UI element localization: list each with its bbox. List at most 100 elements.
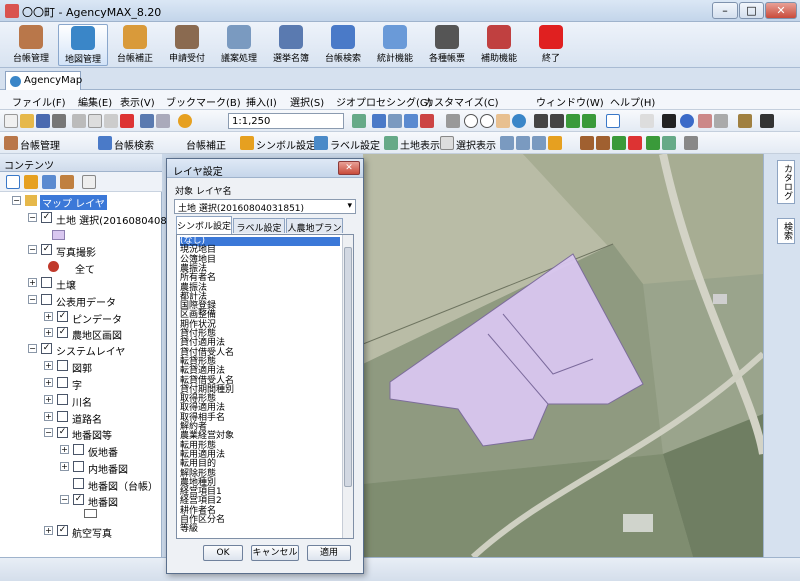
minimize-button[interactable]: – bbox=[712, 2, 738, 19]
pan-icon[interactable] bbox=[496, 114, 510, 128]
ribbon-button-9[interactable]: 補助機能 bbox=[474, 24, 524, 66]
listbox-scrollbar[interactable] bbox=[342, 235, 353, 538]
tool-i-icon[interactable] bbox=[646, 136, 660, 150]
table-icon[interactable] bbox=[372, 114, 386, 128]
ribbon-button-10[interactable]: 終了 bbox=[526, 24, 576, 66]
tree-item[interactable]: − ✓ 写真撮影 bbox=[0, 243, 162, 259]
expand-icon[interactable]: + bbox=[44, 395, 53, 404]
tool-e-icon[interactable] bbox=[580, 136, 594, 150]
layer-checkbox[interactable] bbox=[57, 411, 68, 422]
menu-item-5[interactable]: 選択(S) bbox=[290, 94, 324, 109]
expand-icon[interactable]: + bbox=[60, 445, 69, 454]
tree-item[interactable]: 地番図（台帳） bbox=[0, 477, 162, 493]
scrollbar-thumb[interactable] bbox=[344, 247, 352, 487]
layer-checkbox[interactable]: ✓ bbox=[57, 525, 68, 536]
maximize-button[interactable]: □ bbox=[739, 2, 764, 19]
select-features-icon[interactable] bbox=[606, 114, 620, 128]
identify-icon[interactable] bbox=[680, 114, 694, 128]
tab-symbol-settings[interactable]: シンボル設定 bbox=[176, 216, 232, 234]
ribbon-button-8[interactable]: 各種帳票 bbox=[422, 24, 472, 66]
layer-checkbox[interactable] bbox=[57, 360, 68, 371]
symbol-settings-button[interactable]: シンボル設定 bbox=[256, 137, 316, 152]
tree-item[interactable]: + 仮地番 bbox=[0, 443, 162, 459]
save-icon[interactable] bbox=[36, 114, 50, 128]
tree-item[interactable]: + 図郭 bbox=[0, 359, 162, 375]
layer-checkbox[interactable] bbox=[41, 277, 52, 288]
list-by-drawing-order-icon[interactable] bbox=[6, 175, 20, 189]
list-by-source-icon[interactable] bbox=[24, 175, 38, 189]
forward-extent-icon[interactable] bbox=[582, 114, 596, 128]
tree-item[interactable]: 全て bbox=[0, 260, 162, 276]
layer-checkbox[interactable]: ✓ bbox=[73, 494, 84, 505]
ribbon-button-5[interactable]: 選挙名簿 bbox=[266, 24, 316, 66]
ribbon-button-1[interactable]: 地図管理 bbox=[58, 24, 108, 66]
collapse-icon[interactable]: − bbox=[12, 196, 21, 205]
tab-agencymap[interactable]: AgencyMap bbox=[5, 71, 82, 90]
delete-icon[interactable] bbox=[120, 114, 134, 128]
catalog-icon[interactable] bbox=[388, 114, 402, 128]
redo-icon[interactable] bbox=[156, 114, 170, 128]
field-list-item[interactable]: 貸付適用法 bbox=[180, 339, 225, 348]
ribbon-button-4[interactable]: 議案処理 bbox=[214, 24, 264, 66]
collapse-icon[interactable]: − bbox=[60, 495, 69, 504]
field-list-item[interactable]: 等級 bbox=[180, 525, 198, 534]
menu-item-8[interactable]: ウィンドウ(W) bbox=[536, 94, 604, 109]
fixed-zoom-out-icon[interactable] bbox=[550, 114, 564, 128]
layer-checkbox[interactable]: ✓ bbox=[41, 212, 52, 223]
menu-item-1[interactable]: 編集(E) bbox=[78, 94, 112, 109]
collapse-icon[interactable]: − bbox=[44, 428, 53, 437]
tree-item[interactable]: + ✓ 農地区画図 bbox=[0, 326, 162, 342]
clear-selection-icon[interactable] bbox=[640, 114, 654, 128]
full-extent-icon[interactable] bbox=[512, 114, 526, 128]
open-folder-icon[interactable] bbox=[20, 114, 34, 128]
ribbon-button-2[interactable]: 台帳補正 bbox=[110, 24, 160, 66]
target-layer-select[interactable]: 土地 選択(20160804031851) ▾ bbox=[174, 199, 356, 214]
ledger-correct-button[interactable]: 台帳補正 bbox=[186, 137, 226, 152]
map-view[interactable] bbox=[363, 154, 763, 557]
dock-tab-1[interactable]: 検索 bbox=[777, 218, 795, 244]
ribbon-button-6[interactable]: 台帳検索 bbox=[318, 24, 368, 66]
tool-h-icon[interactable] bbox=[628, 136, 642, 150]
tool-j-icon[interactable] bbox=[662, 136, 676, 150]
layer-checkbox[interactable] bbox=[73, 478, 84, 489]
dock-tab-0[interactable]: カタログ bbox=[777, 160, 795, 204]
layer-checkbox[interactable]: ✓ bbox=[41, 244, 52, 255]
menu-item-2[interactable]: 表示(V) bbox=[120, 94, 155, 109]
print-icon[interactable] bbox=[52, 114, 66, 128]
clip-icon[interactable] bbox=[684, 136, 698, 150]
ribbon-button-7[interactable]: 統計機能 bbox=[370, 24, 420, 66]
help-icon[interactable] bbox=[446, 114, 460, 128]
field-list-item[interactable]: 転用目的 bbox=[180, 460, 216, 469]
cut-icon[interactable] bbox=[72, 114, 86, 128]
tree-item[interactable]: − ✓ 地番図等 bbox=[0, 426, 162, 442]
layer-checkbox[interactable] bbox=[41, 294, 52, 305]
tree-item[interactable]: − マップ レイヤ bbox=[0, 194, 162, 210]
label-settings-button[interactable]: ラベル設定 bbox=[330, 137, 380, 152]
select-display-button[interactable]: 選択表示 bbox=[456, 137, 496, 152]
dialog-close-button[interactable]: ✕ bbox=[338, 161, 360, 175]
tree-item[interactable]: + 川名 bbox=[0, 393, 162, 409]
select-elements-icon[interactable] bbox=[662, 114, 676, 128]
back-extent-icon[interactable] bbox=[566, 114, 580, 128]
layer-checkbox[interactable] bbox=[57, 377, 68, 388]
tool-d-icon[interactable] bbox=[548, 136, 562, 150]
close-button[interactable]: ✕ bbox=[765, 2, 797, 19]
paste-icon[interactable] bbox=[104, 114, 118, 128]
tool-a-icon[interactable] bbox=[500, 136, 514, 150]
toolbox-icon[interactable] bbox=[420, 114, 434, 128]
tree-item[interactable]: − ✓ システムレイヤ bbox=[0, 342, 162, 358]
tree-item[interactable]: + ✓ 航空写真 bbox=[0, 524, 162, 540]
menu-item-3[interactable]: ブックマーク(B) bbox=[166, 94, 241, 109]
collapse-icon[interactable]: − bbox=[28, 245, 37, 254]
ruler-icon[interactable] bbox=[738, 114, 752, 128]
layer-checkbox[interactable] bbox=[73, 444, 84, 455]
menu-item-6[interactable]: ジオプロセシング(G) bbox=[336, 94, 432, 109]
field-list-item[interactable]: 現況地目 bbox=[180, 246, 216, 255]
tab-farmland-plan[interactable]: 人農地プラン bbox=[286, 218, 343, 234]
copy-icon[interactable] bbox=[88, 114, 102, 128]
layer-checkbox[interactable] bbox=[73, 461, 84, 472]
menu-item-7[interactable]: カスタマイズ(C) bbox=[424, 94, 499, 109]
undo-icon[interactable] bbox=[140, 114, 154, 128]
cancel-button[interactable]: キャンセル bbox=[251, 545, 299, 561]
tree-item[interactable]: + ✓ ピンデータ bbox=[0, 310, 162, 326]
